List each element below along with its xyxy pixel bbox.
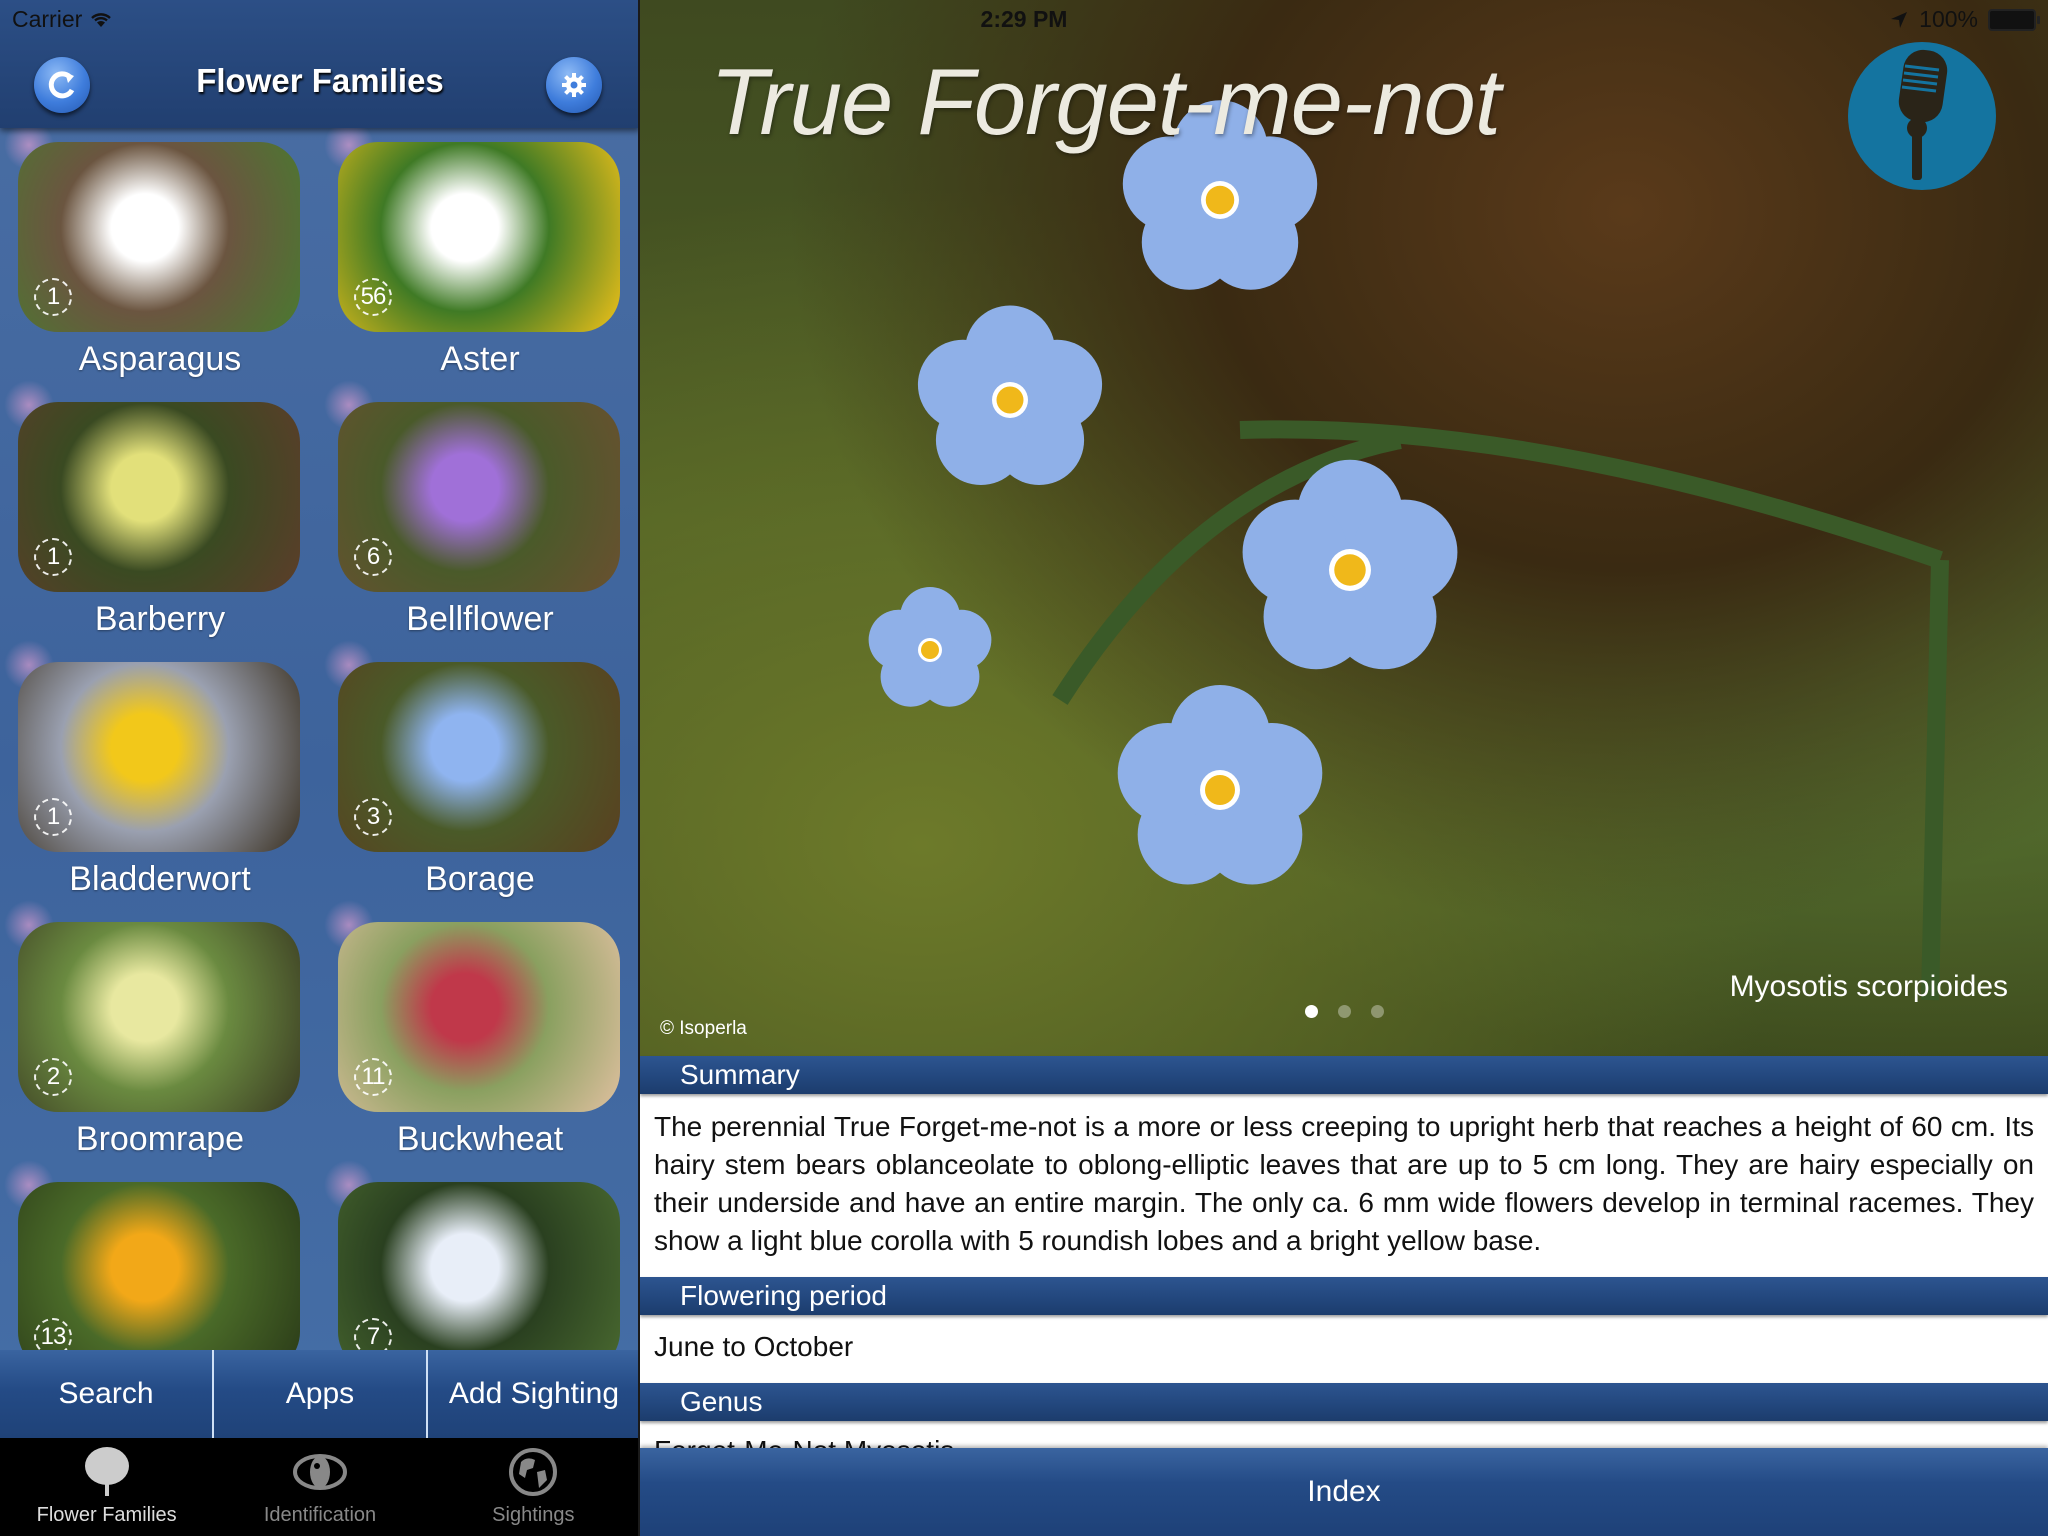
audio-button[interactable] bbox=[1848, 42, 1996, 190]
petal bbox=[1242, 499, 1348, 605]
species-count-badge: 3 bbox=[354, 798, 392, 836]
flowering-period-header: Flowering period bbox=[640, 1277, 2048, 1315]
globe-icon bbox=[509, 1448, 558, 1496]
microphone-icon bbox=[1898, 49, 1948, 180]
species-photo[interactable]: 2:29 PM 100% True Forget-me-not © Isoper… bbox=[640, 0, 2048, 1056]
gear-icon bbox=[562, 73, 586, 97]
split-divider[interactable] bbox=[638, 0, 640, 1536]
status-bar-right: 100% bbox=[1889, 6, 2040, 33]
forget-me-not-illustration bbox=[868, 100, 1949, 1001]
page-dot[interactable] bbox=[1305, 1005, 1318, 1018]
family-name: Aster bbox=[440, 340, 520, 378]
tab-label: Sightings bbox=[492, 1504, 575, 1526]
family-cell[interactable]: 1 Bladderwort bbox=[4, 640, 300, 908]
tree-icon bbox=[84, 1447, 129, 1496]
tab-bar: Flower Families Identification Sightings bbox=[0, 1438, 640, 1536]
flowering-period-value: June to October bbox=[654, 1331, 854, 1362]
family-name: Asparagus bbox=[78, 340, 242, 378]
page-dot[interactable] bbox=[1338, 1005, 1351, 1018]
flower bbox=[1117, 685, 1323, 885]
family-cell[interactable]: 7 bbox=[324, 1160, 620, 1350]
flower-center bbox=[1205, 185, 1235, 215]
eye-icon bbox=[292, 1454, 347, 1490]
family-cell[interactable]: 11 Buckwheat bbox=[324, 900, 620, 1168]
tab-label: Flower Families bbox=[36, 1504, 177, 1526]
family-cell[interactable]: 13 bbox=[4, 1160, 300, 1350]
family-cell[interactable]: 1 Barberry bbox=[4, 380, 300, 648]
species-count-badge: 1 bbox=[34, 798, 72, 836]
photo-credit: © Isoperla bbox=[660, 1018, 747, 1039]
species-count-badge: 7 bbox=[354, 1318, 392, 1350]
genus-header: Genus bbox=[640, 1383, 2048, 1421]
family-name: Buckwheat bbox=[396, 1120, 564, 1158]
photo-page-indicator[interactable] bbox=[1305, 1005, 1384, 1018]
status-bar-left: Carrier bbox=[12, 6, 112, 33]
species-count-badge: 56 bbox=[354, 278, 392, 316]
flower-center bbox=[921, 641, 939, 659]
nav-bar: Carrier Flower Families bbox=[0, 0, 640, 128]
family-cell[interactable]: 56 Aster bbox=[324, 128, 620, 388]
family-name: Broomrape bbox=[75, 1120, 245, 1158]
species-count-badge: 2 bbox=[34, 1058, 72, 1096]
family-cell[interactable]: 3 Borage bbox=[324, 640, 620, 908]
battery-percent: 100% bbox=[1919, 6, 1978, 32]
scientific-name: Myosotis scorpioides bbox=[1729, 970, 2008, 1003]
petal bbox=[1117, 723, 1218, 824]
family-name: Borage bbox=[425, 860, 535, 898]
species-common-name: True Forget-me-not bbox=[710, 49, 1501, 154]
family-cell[interactable]: 1 Asparagus bbox=[4, 128, 300, 388]
battery-icon bbox=[1988, 8, 2040, 31]
settings-button[interactable] bbox=[546, 57, 602, 113]
flower-center bbox=[996, 386, 1024, 414]
action-button-bar: Search Apps Add Sighting bbox=[0, 1350, 640, 1438]
tab-identification[interactable]: Identification bbox=[213, 1438, 426, 1536]
family-cell[interactable]: 2 Broomrape bbox=[4, 900, 300, 1168]
species-count-badge: 1 bbox=[34, 278, 72, 316]
apps-button[interactable]: Apps bbox=[214, 1350, 428, 1438]
flower-center bbox=[1205, 775, 1235, 805]
flower bbox=[868, 587, 992, 707]
status-time: 2:29 PM bbox=[980, 6, 1068, 32]
tab-flower-families[interactable]: Flower Families bbox=[0, 1438, 213, 1536]
species-count-badge: 11 bbox=[354, 1058, 392, 1096]
search-button[interactable]: Search bbox=[0, 1350, 214, 1438]
flower bbox=[917, 305, 1103, 486]
flower-center bbox=[1334, 554, 1366, 586]
left-panel: Carrier Flower Families 1 Asparagus 56 Aste… bbox=[0, 0, 640, 1536]
index-button[interactable]: Index bbox=[640, 1448, 2048, 1536]
page-title: Flower Families bbox=[196, 62, 444, 99]
species-count-badge: 1 bbox=[34, 538, 72, 576]
family-cell[interactable]: 6 Bellflower bbox=[324, 380, 620, 648]
tab-label: Identification bbox=[263, 1504, 377, 1526]
summary-text: The perennial True Forget-me-not is a mo… bbox=[654, 1111, 2034, 1256]
family-grid[interactable]: 1 Asparagus 56 Aster 1 Barberry 6 Bellflower 1 Bl… bbox=[0, 128, 640, 1350]
add-sighting-button[interactable]: Add Sighting bbox=[428, 1350, 640, 1438]
wifi-icon bbox=[91, 12, 112, 27]
location-arrow-icon bbox=[1891, 11, 1908, 28]
petal bbox=[917, 339, 1008, 430]
species-count-badge: 6 bbox=[354, 538, 392, 576]
family-name: Bladderwort bbox=[69, 860, 251, 898]
carrier-label: Carrier bbox=[12, 6, 83, 32]
page-dot[interactable] bbox=[1371, 1005, 1384, 1018]
species-count-badge: 13 bbox=[34, 1318, 72, 1350]
petal bbox=[868, 609, 929, 670]
family-name: Bellflower bbox=[406, 600, 554, 638]
family-name: Barberry bbox=[94, 600, 226, 638]
tab-sightings[interactable]: Sightings bbox=[427, 1438, 640, 1536]
detail-panel: 2:29 PM 100% True Forget-me-not © Isoper… bbox=[640, 0, 2048, 1536]
summary-header: Summary bbox=[640, 1056, 2048, 1094]
